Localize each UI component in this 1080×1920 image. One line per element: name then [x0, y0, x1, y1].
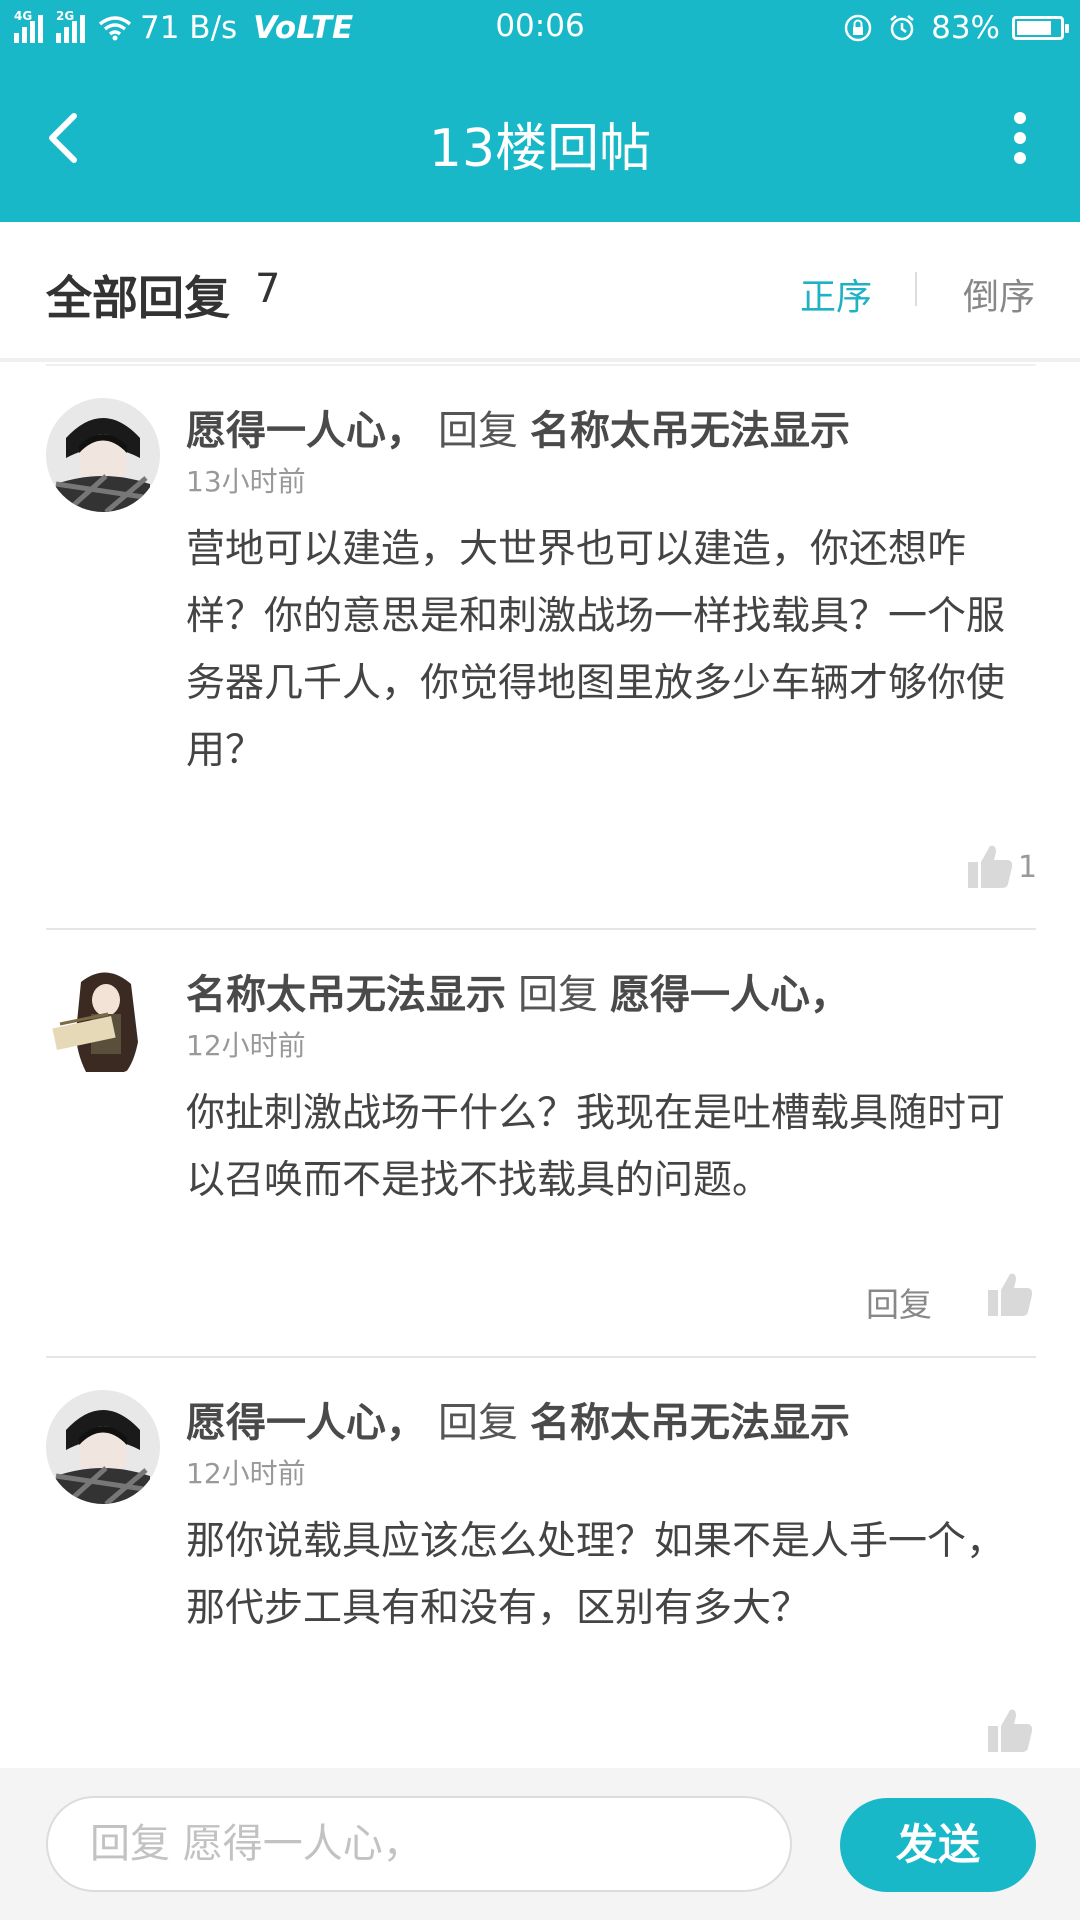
- alarm-icon: [890, 15, 914, 41]
- reply-text: 那你说载具应该怎么处理？如果不是人手一个，那代步工具有和没有，区别有多大？: [186, 1519, 1006, 1631]
- thumbs-up-icon: [988, 1709, 1033, 1752]
- like-button[interactable]: [986, 1706, 1034, 1758]
- reply-item: 愿得一人心， 回复 名称太吊无法显示 12小时前 那你说载具应该怎么处理？如果不是人…: [0, 1390, 1080, 1768]
- reply-text: 营地可以建造，大世界也可以建造，你还想咋样？你的意思是和刺激战场一样找载具？一个…: [186, 527, 1006, 773]
- page-title: 13楼回帖: [428, 119, 652, 179]
- rotation-lock-icon: [844, 14, 872, 42]
- reply-count: 7: [255, 266, 281, 312]
- reply-text: 你扯刺激战场干什么？我现在是吐槽载具随时可以召唤而不是找不找载具的问题。: [186, 1091, 1006, 1203]
- reply-button[interactable]: 回复: [866, 1278, 932, 1326]
- thumbs-up-icon: [968, 845, 1013, 888]
- reply-divider: [46, 1356, 1036, 1358]
- sort-descending-tab[interactable]: 倒序: [963, 268, 1035, 320]
- sort-divider: [915, 272, 917, 306]
- reply-input-bar: 发送: [0, 1768, 1080, 1920]
- more-options-button[interactable]: [1000, 108, 1040, 168]
- author-name[interactable]: 愿得一人心，: [186, 1400, 426, 1446]
- battery-percent: 83%: [931, 10, 1000, 46]
- avatar[interactable]: [46, 1390, 160, 1504]
- reply-target[interactable]: 愿得一人心，: [610, 972, 850, 1018]
- battery-level: [1017, 21, 1052, 35]
- reply-action: 回复: [438, 1400, 518, 1446]
- reply-header-line: 愿得一人心， 回复 名称太吊无法显示: [186, 398, 850, 456]
- header-divider: [46, 364, 1036, 366]
- like-button[interactable]: [966, 842, 1014, 894]
- reply-header-line: 名称太吊无法显示 回复 愿得一人心，: [186, 962, 850, 1020]
- reply-action: 回复: [438, 408, 518, 454]
- reply-input[interactable]: [46, 1796, 792, 1892]
- reply-time: 12小时前: [186, 1029, 306, 1062]
- avatar-boy-icon: [46, 1390, 160, 1504]
- more-vertical-icon: [1014, 112, 1026, 164]
- status-right: 83%: [829, 8, 1069, 48]
- avatar[interactable]: [46, 962, 160, 1076]
- author-name[interactable]: 愿得一人心，: [186, 408, 426, 454]
- nav-bar: 13楼回帖: [0, 56, 1080, 222]
- reply-time: 13小时前: [186, 465, 306, 498]
- reply-divider: [46, 928, 1036, 930]
- replies-header: 全部回复 7 正序 倒序: [0, 222, 1080, 362]
- reply-header-line: 愿得一人心， 回复 名称太吊无法显示: [186, 1390, 850, 1448]
- reply-item: 名称太吊无法显示 回复 愿得一人心， 12小时前 你扯刺激战场干什么？我现在是吐槽载…: [0, 962, 1080, 1352]
- status-bar: 4G 2G 71 B/s VoLTE 00:06 83%: [0, 0, 1080, 56]
- avatar-boy-icon: [46, 398, 160, 512]
- reply-time: 12小时前: [186, 1457, 306, 1490]
- reply-action: 回复: [518, 972, 598, 1018]
- app-header: 4G 2G 71 B/s VoLTE 00:06 83% 13楼回帖: [0, 0, 1080, 222]
- like-button[interactable]: [986, 1270, 1034, 1322]
- reply-target[interactable]: 名称太吊无法显示: [530, 1400, 850, 1446]
- avatar[interactable]: [46, 398, 160, 512]
- avatar-anime-girl-icon: [46, 962, 160, 1076]
- reply-item: 愿得一人心， 回复 名称太吊无法显示 13小时前 营地可以建造，大世界也可以建造，你…: [0, 398, 1080, 928]
- reply-target[interactable]: 名称太吊无法显示: [530, 408, 850, 454]
- sort-ascending-tab[interactable]: 正序: [800, 268, 872, 320]
- send-button[interactable]: 发送: [840, 1798, 1036, 1892]
- thumbs-up-icon: [988, 1273, 1033, 1316]
- all-replies-title: 全部回复: [46, 271, 230, 325]
- author-name[interactable]: 名称太吊无法显示: [186, 972, 506, 1018]
- battery-icon: [1012, 16, 1069, 40]
- like-count: 1: [1018, 850, 1038, 885]
